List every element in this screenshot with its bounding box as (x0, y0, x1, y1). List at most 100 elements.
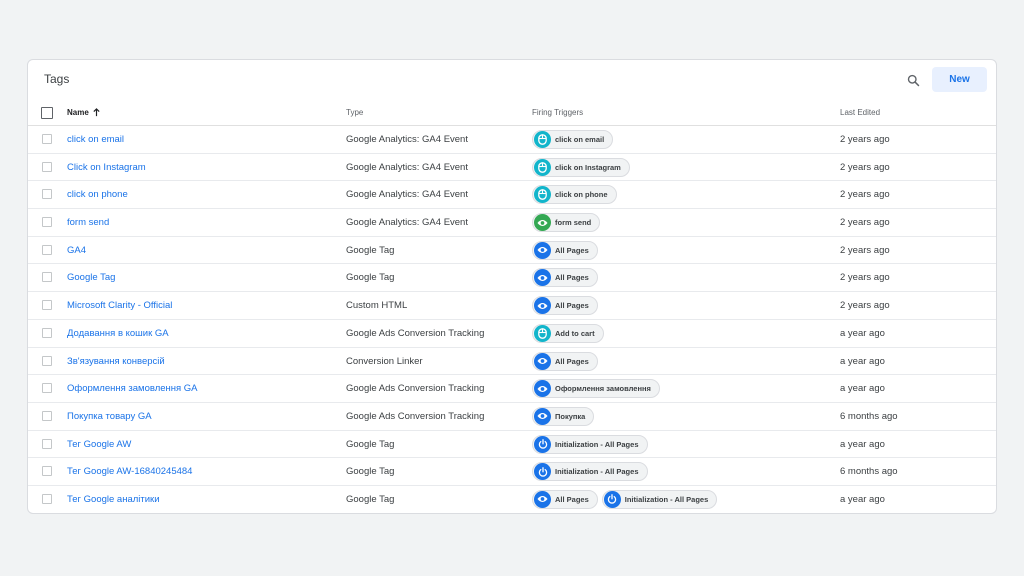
table-row[interactable]: Покупка товару GA Google Ads Conversion T… (28, 403, 996, 431)
table-row[interactable]: Зв'язування конверсій Conversion Linker Al… (28, 348, 996, 376)
trigger-chip[interactable]: All Pages (532, 489, 598, 509)
table-row[interactable]: click on email Google Analytics: GA4 Even… (28, 126, 996, 154)
firing-triggers: Initialization - All Pages (532, 434, 648, 454)
trigger-label: Initialization - All Pages (624, 494, 709, 504)
column-name-label: Name (67, 108, 89, 117)
initialization-trigger-icon (534, 463, 551, 481)
table-row[interactable]: Додавання в кошик GA Google Ads Conversio… (28, 320, 996, 348)
click-trigger-icon (534, 324, 551, 342)
row-checkbox[interactable] (42, 438, 52, 449)
trigger-chip[interactable]: Initialization - All Pages (532, 434, 648, 454)
tag-name-link[interactable]: click on email (67, 134, 124, 145)
tag-type: Google Tag (346, 272, 395, 284)
select-all-checkbox[interactable] (41, 107, 53, 119)
tag-name-link[interactable]: click on phone (67, 189, 128, 200)
trigger-chip[interactable]: Initialization - All Pages (601, 489, 718, 509)
new-button[interactable]: New (932, 67, 987, 92)
pageview-trigger-icon (534, 241, 551, 259)
tag-name-link[interactable]: Тег Google аналітики (67, 494, 160, 505)
table-row[interactable]: Тег Google AW-16840245484 Google Tag Initi… (28, 458, 996, 486)
row-checkbox[interactable] (42, 161, 52, 172)
trigger-label: Оформлення замовлення (555, 384, 651, 394)
tag-type: Google Tag (346, 493, 395, 505)
click-trigger-icon (534, 186, 551, 204)
column-name-header[interactable]: Name (67, 108, 101, 117)
tag-type: Custom HTML (346, 300, 408, 312)
trigger-label: All Pages (555, 273, 589, 283)
trigger-chip[interactable]: click on Instagram (532, 157, 630, 177)
trigger-chip[interactable]: Оформлення замовлення (532, 379, 660, 399)
trigger-chip[interactable]: Покупка (532, 406, 595, 426)
last-edited: 2 years ago (840, 189, 890, 201)
trigger-label: form send (555, 218, 592, 228)
trigger-chip[interactable]: All Pages (532, 296, 598, 316)
tag-type: Google Analytics: GA4 Event (346, 161, 468, 173)
trigger-label: All Pages (555, 245, 589, 255)
tag-name-link[interactable]: Покупка товару GA (67, 411, 152, 422)
firing-triggers: Покупка (532, 406, 595, 426)
tag-type: Google Analytics: GA4 Event (346, 217, 468, 229)
pageview-trigger-icon (534, 407, 551, 425)
trigger-chip[interactable]: All Pages (532, 240, 598, 260)
row-checkbox[interactable] (42, 272, 52, 283)
tag-name-link[interactable]: GA4 (67, 245, 86, 256)
trigger-label: Покупка (555, 411, 586, 421)
row-checkbox[interactable] (42, 244, 52, 255)
firing-triggers: Initialization - All Pages (532, 462, 648, 482)
table-row[interactable]: click on phone Google Analytics: GA4 Even… (28, 181, 996, 210)
row-checkbox[interactable] (42, 383, 52, 394)
trigger-chip[interactable]: Initialization - All Pages (532, 462, 648, 482)
tag-name-link[interactable]: Зв'язування конверсій (67, 356, 165, 367)
tag-name-link[interactable]: Google Tag (67, 272, 115, 283)
tag-name-link[interactable]: form send (67, 217, 109, 228)
trigger-chip[interactable]: click on phone (532, 185, 617, 205)
table-row[interactable]: GA4 Google Tag All Pages 2 years ago (28, 237, 996, 265)
row-checkbox[interactable] (42, 466, 52, 477)
trigger-chip[interactable]: All Pages (532, 351, 598, 371)
pageview-trigger-icon (534, 490, 551, 508)
table-row[interactable]: form send Google Analytics: GA4 Event form… (28, 209, 996, 237)
firing-triggers: All Pages (532, 240, 598, 260)
last-edited: a year ago (840, 383, 885, 395)
row-checkbox[interactable] (42, 134, 52, 144)
trigger-chip[interactable]: All Pages (532, 268, 598, 288)
trigger-chip[interactable]: Add to cart (532, 323, 604, 343)
click-trigger-icon (534, 158, 551, 176)
row-checkbox[interactable] (42, 355, 52, 366)
trigger-chip[interactable]: form send (532, 213, 601, 233)
firing-triggers: Add to cart (532, 323, 604, 343)
column-type-header[interactable]: Type (346, 108, 363, 117)
row-checkbox[interactable] (42, 189, 52, 200)
tag-name-link[interactable]: Додавання в кошик GA (67, 328, 169, 339)
table-row[interactable]: Google Tag Google Tag All Pages 2 years ago (28, 264, 996, 293)
table-row[interactable]: Тег Google аналітики Google Tag All Pages I… (28, 486, 996, 513)
row-checkbox[interactable] (42, 217, 52, 228)
tag-name-link[interactable]: Оформлення замовлення GA (67, 383, 198, 394)
last-edited: 2 years ago (840, 300, 890, 312)
row-checkbox[interactable] (42, 410, 52, 421)
table-row[interactable]: Click on Instagram Google Analytics: GA4 … (28, 154, 996, 182)
trigger-chip[interactable]: click on email (532, 130, 614, 149)
tag-name-link[interactable]: Click on Instagram (67, 162, 146, 173)
last-edited: 2 years ago (840, 244, 890, 256)
page-title: Tags (44, 72, 70, 86)
table-row[interactable]: Microsoft Clarity - Official Custom HTML A… (28, 292, 996, 320)
table-row[interactable]: Тег Google AW Google Tag Initialization - … (28, 431, 996, 459)
column-edited-header[interactable]: Last Edited (840, 108, 880, 117)
arrow-up-icon (93, 108, 100, 117)
search-button[interactable] (902, 69, 924, 91)
search-icon (907, 74, 919, 86)
row-checkbox[interactable] (42, 300, 52, 311)
row-checkbox[interactable] (42, 493, 52, 504)
table-row[interactable]: Оформлення замовлення GA Google Ads Conve… (28, 375, 996, 403)
column-triggers-header[interactable]: Firing Triggers (532, 108, 583, 117)
pageview-trigger-icon (534, 297, 551, 315)
row-checkbox[interactable] (42, 327, 52, 338)
tag-name-link[interactable]: Microsoft Clarity - Official (67, 300, 172, 311)
last-edited: 6 months ago (840, 466, 898, 478)
tag-name-link[interactable]: Тег Google AW-16840245484 (67, 466, 192, 477)
firing-triggers: click on email (532, 130, 614, 149)
tag-name-link[interactable]: Тег Google AW (67, 439, 131, 450)
last-edited: a year ago (840, 493, 885, 505)
tag-type: Google Ads Conversion Tracking (346, 327, 485, 339)
